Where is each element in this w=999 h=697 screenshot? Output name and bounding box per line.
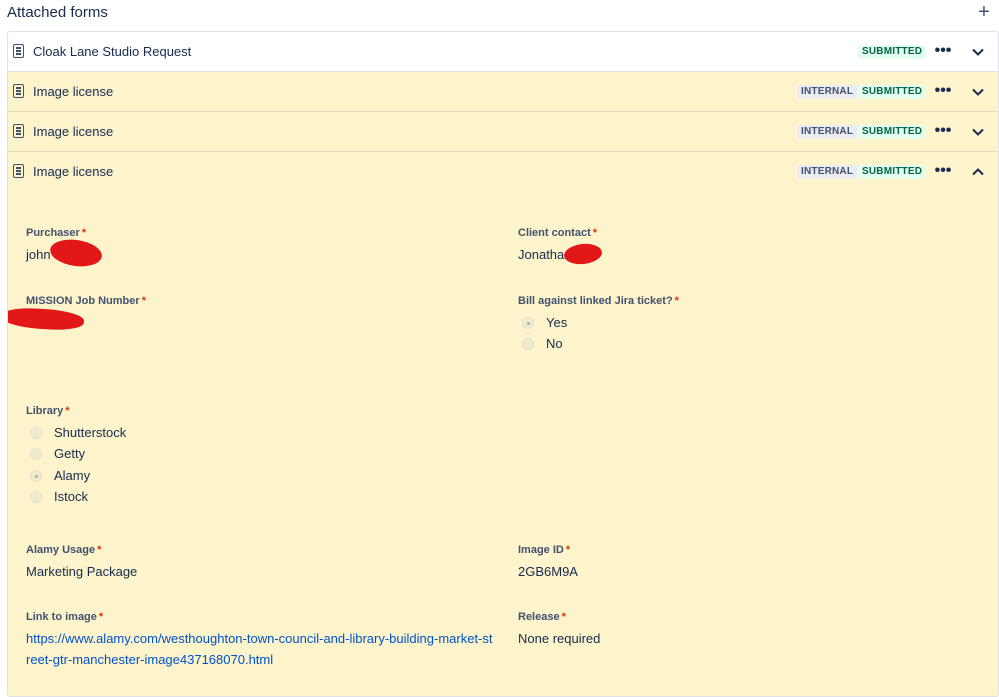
chevron-up-icon[interactable] <box>971 165 985 179</box>
forms-panel: Cloak Lane Studio Request SUBMITTED ••• … <box>7 31 999 697</box>
more-actions-button[interactable]: ••• <box>933 40 953 62</box>
radio-label: Getty <box>54 446 86 461</box>
alamy-usage-label: Alamy Usage * <box>26 544 102 556</box>
alamy-usage-value: Marketing Package <box>26 564 138 579</box>
form-title: Image license <box>33 164 114 179</box>
form-document-icon <box>13 44 24 58</box>
form-document-icon <box>13 84 24 98</box>
release-value: None required <box>518 631 601 646</box>
radio-label: Shutterstock <box>54 425 127 440</box>
radio-label: Istock <box>54 489 88 504</box>
redaction-mark <box>48 236 104 270</box>
redaction-mark <box>563 242 603 266</box>
form-row-cloak-lane[interactable]: Cloak Lane Studio Request SUBMITTED ••• <box>8 32 998 72</box>
image-id-label: Image ID * <box>518 544 571 556</box>
chevron-down-icon[interactable] <box>971 45 985 59</box>
purchaser-label: Purchaser * <box>26 227 87 239</box>
radio-label: Alamy <box>54 468 91 483</box>
form-title: Image license <box>33 84 114 99</box>
chevron-down-icon[interactable] <box>971 125 985 139</box>
bill-against-jira-label: Bill against linked Jira ticket? * <box>518 295 679 307</box>
radio-label: Yes <box>546 315 568 330</box>
chevron-down-icon[interactable] <box>971 85 985 99</box>
mission-job-number-label: MISSION Job Number * <box>26 295 146 307</box>
image-link[interactable]: https://www.alamy.com/westhoughton-town-… <box>26 628 496 670</box>
internal-badge: INTERNAL <box>797 165 858 179</box>
image-id-value: 2GB6M9A <box>518 564 578 579</box>
redaction-mark <box>8 306 85 332</box>
form-title: Image license <box>33 124 114 139</box>
more-actions-button[interactable]: ••• <box>933 80 953 102</box>
radio-label: No <box>546 336 563 351</box>
form-document-icon <box>13 124 24 138</box>
section-title: Attached forms <box>7 4 108 21</box>
form-title: Cloak Lane Studio Request <box>33 44 192 59</box>
form-row-image-license-expanded[interactable]: Image license INTERNAL SUBMITTED ••• <box>8 152 998 191</box>
submitted-badge: SUBMITTED <box>858 85 927 99</box>
purchaser-value: john <box>26 247 51 262</box>
form-row-image-license[interactable]: Image license INTERNAL SUBMITTED ••• <box>8 72 998 112</box>
add-form-button[interactable]: + <box>973 2 995 24</box>
release-label: Release * <box>518 611 566 623</box>
submitted-badge: SUBMITTED <box>858 125 927 139</box>
attached-forms-header: Attached forms + <box>0 0 999 30</box>
form-row-image-license[interactable]: Image license INTERNAL SUBMITTED ••• <box>8 112 998 152</box>
submitted-badge: SUBMITTED <box>858 45 927 59</box>
client-contact-label: Client contact * <box>518 227 598 239</box>
internal-badge: INTERNAL <box>797 85 858 99</box>
library-label: Library * <box>26 405 70 417</box>
submitted-badge: SUBMITTED <box>858 165 927 179</box>
form-document-icon <box>13 164 24 178</box>
internal-badge: INTERNAL <box>797 125 858 139</box>
more-actions-button[interactable]: ••• <box>933 160 953 182</box>
more-actions-button[interactable]: ••• <box>933 120 953 142</box>
link-to-image-label: Link to image * <box>26 611 104 623</box>
